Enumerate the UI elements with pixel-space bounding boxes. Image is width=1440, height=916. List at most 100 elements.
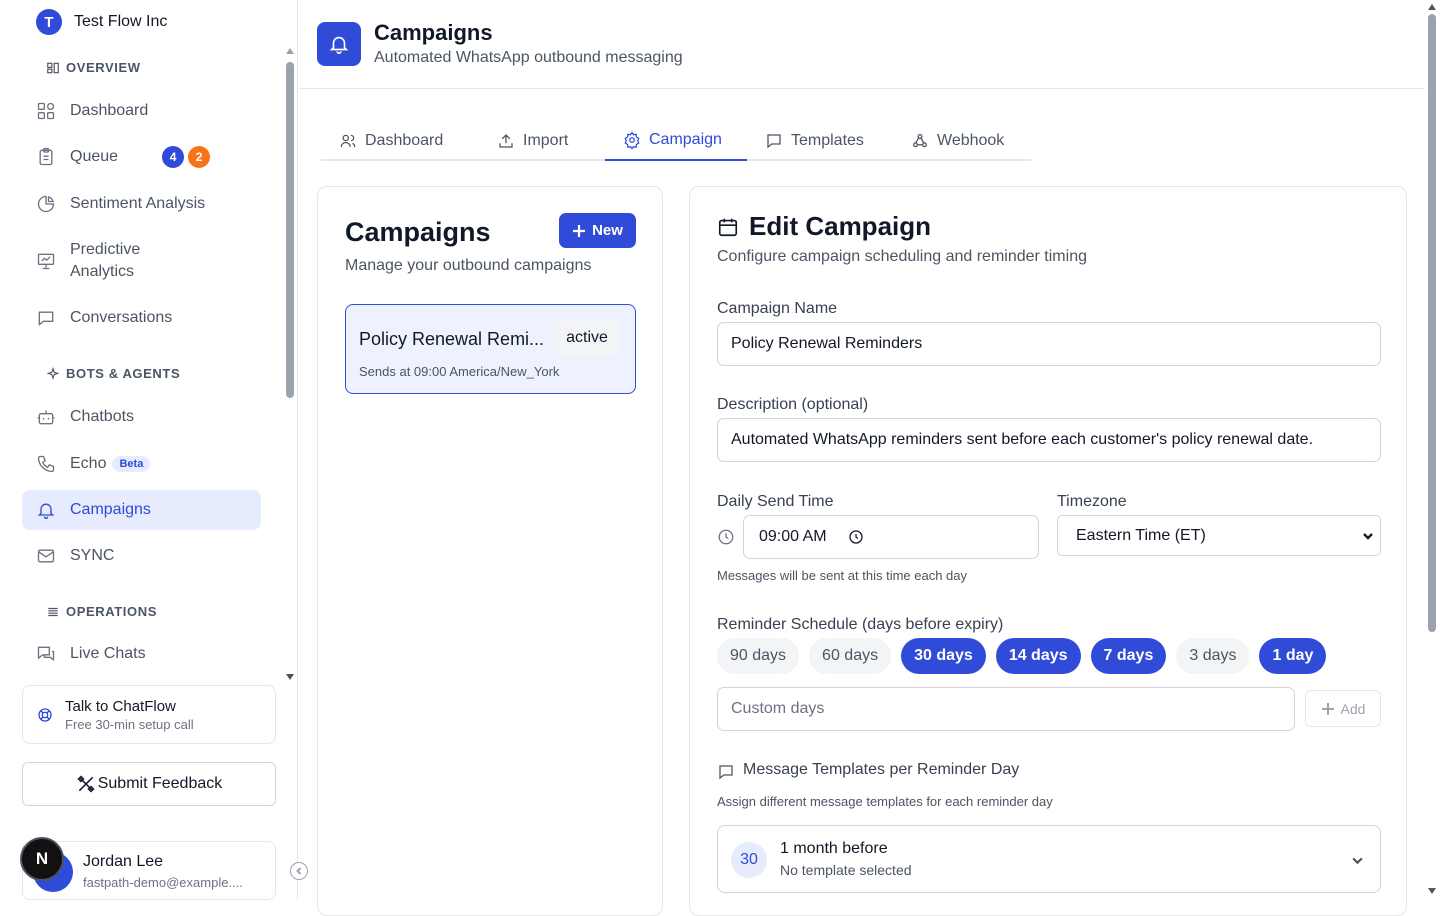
campaign-name-label: Campaign Name <box>717 300 838 317</box>
tab-bar: Dashboard Import Campaign Templates Webh… <box>321 120 1031 161</box>
user-name: Jordan Lee <box>83 853 164 870</box>
tools-icon <box>77 775 95 793</box>
sparkles-icon <box>46 366 60 380</box>
bell-icon <box>329 36 349 54</box>
org-switcher[interactable]: T Test Flow Inc <box>36 9 167 35</box>
message-icon <box>767 133 781 148</box>
sidebar-item-label: Campaigns <box>70 501 151 518</box>
chevron-down-icon <box>1352 857 1363 865</box>
sidebar-item-label: Conversations <box>70 309 173 326</box>
org-avatar: T <box>36 9 62 35</box>
description-field[interactable]: Automated WhatsApp reminders sent before… <box>717 418 1381 462</box>
list-icon <box>48 607 58 616</box>
chip-14-days[interactable]: 14 days <box>995 638 1081 674</box>
reminder-day-badge: 30 <box>731 842 767 878</box>
page-header: Campaigns Automated WhatsApp outbound me… <box>299 0 1425 89</box>
sidebar-item-label: Sentiment Analysis <box>70 195 206 212</box>
reminder-subtitle: No template selected <box>780 862 912 878</box>
add-label: Add <box>1340 700 1366 717</box>
tab-webhook[interactable]: Webhook <box>893 120 1031 161</box>
reminder-template-row[interactable]: 30 1 month before No template selected <box>717 825 1381 893</box>
clipboard-icon <box>39 148 53 166</box>
time-picker-icon[interactable] <box>847 528 865 546</box>
campaigns-panel: Campaigns Manage your outbound campaigns… <box>317 186 663 916</box>
user-email: fastpath-demo@example.... <box>83 875 243 890</box>
section-operations: OPERATIONS <box>46 604 157 619</box>
sidebar-scrollbar[interactable] <box>286 62 294 398</box>
chip-7-days[interactable]: 7 days <box>1090 638 1167 674</box>
tab-label: Campaign <box>649 130 722 148</box>
daily-send-time-field[interactable]: 09:00 AM <box>743 515 1039 559</box>
tab-campaign[interactable]: Campaign <box>605 120 747 161</box>
submit-feedback-button[interactable]: Submit Feedback <box>22 762 276 806</box>
queue-badges: 4 2 <box>162 146 211 168</box>
presentation-chart-icon <box>37 253 55 270</box>
reminder-title: 1 month before <box>780 840 888 857</box>
timezone-value: Eastern Time (ET) <box>1076 526 1206 544</box>
sidebar-scroll-up[interactable] <box>286 48 294 54</box>
beta-badge: Beta <box>112 456 151 472</box>
campaigns-panel-title: Campaigns <box>345 217 491 247</box>
reminder-schedule-label: Reminder Schedule (days before expiry) <box>717 616 1004 633</box>
collapse-sidebar-button[interactable] <box>290 862 308 880</box>
daily-send-time-label: Daily Send Time <box>717 493 834 510</box>
queue-badge-orange: 2 <box>188 146 211 168</box>
page-scrollbar[interactable] <box>1428 14 1436 632</box>
sidebar-item-predictive-analytics[interactable]: Predictive Analytics <box>22 236 261 286</box>
sidebar-item-label: Live Chats <box>70 645 146 662</box>
page-scroll-up[interactable] <box>1428 4 1436 10</box>
tab-templates[interactable]: Templates <box>747 120 893 161</box>
campaign-schedule: Sends at 09:00 America/New_York <box>359 364 560 379</box>
tab-label: Import <box>523 131 569 149</box>
gear-icon <box>624 130 640 149</box>
campaign-name-field[interactable]: Policy Renewal Reminders <box>717 322 1381 366</box>
sidebar-item-live-chats[interactable]: Live Chats <box>22 634 261 674</box>
timezone-label: Timezone <box>1057 493 1127 510</box>
sidebar-item-chatbots[interactable]: Chatbots <box>22 397 261 437</box>
plus-icon <box>1321 702 1334 715</box>
tab-label: Webhook <box>937 131 1005 149</box>
campaign-card[interactable]: Policy Renewal Remi... active Sends at 0… <box>345 304 636 394</box>
sidebar-item-sentiment-analysis[interactable]: Sentiment Analysis <box>22 184 261 224</box>
sidebar-item-label: SYNC <box>70 547 115 564</box>
sidebar-item-queue[interactable]: Queue 4 2 <box>22 137 261 177</box>
sidebar-item-dashboard[interactable]: Dashboard <box>22 91 261 131</box>
sidebar-item-label: Predictive Analytics <box>70 241 141 280</box>
chip-3-days[interactable]: 3 days <box>1176 638 1250 674</box>
new-button-label: New <box>592 222 623 239</box>
tab-import[interactable]: Import <box>481 120 605 161</box>
tab-label: Templates <box>791 131 864 149</box>
sidebar-item-echo[interactable]: Echo Beta <box>22 444 261 484</box>
chip-1-day[interactable]: 1 day <box>1259 638 1327 674</box>
custom-days-input[interactable]: Custom days <box>717 687 1295 731</box>
sidebar-scroll-down[interactable] <box>286 674 294 680</box>
chip-30-days[interactable]: 30 days <box>901 638 986 674</box>
new-campaign-button[interactable]: New <box>559 213 636 248</box>
edit-campaign-title: Edit Campaign <box>717 211 931 242</box>
sidebar-item-campaigns[interactable]: Campaigns <box>22 490 261 530</box>
header-icon <box>317 22 361 66</box>
chip-60-days[interactable]: 60 days <box>809 638 892 674</box>
timezone-select[interactable]: Eastern Time (ET) <box>1057 515 1381 556</box>
chevron-left-icon <box>296 867 302 875</box>
status-badge: active <box>553 320 621 356</box>
sidebar-item-sync[interactable]: SYNC <box>22 536 261 576</box>
phone-icon <box>37 455 55 473</box>
campaign-name: Policy Renewal Remi... <box>359 329 545 349</box>
layout-icon <box>47 62 59 73</box>
sidebar-item-conversations[interactable]: Conversations <box>22 298 261 338</box>
queue-badge-blue: 4 <box>162 146 185 168</box>
sidebar-item-label: Dashboard <box>70 102 149 119</box>
nextjs-dev-badge[interactable]: N <box>20 837 64 881</box>
chat-icon <box>38 311 54 327</box>
talk-subtitle: Free 30-min setup call <box>65 716 194 732</box>
tab-dashboard[interactable]: Dashboard <box>321 120 481 161</box>
edit-campaign-subtitle: Configure campaign scheduling and remind… <box>717 248 1087 265</box>
edit-campaign-panel: Edit Campaign Configure campaign schedul… <box>689 186 1407 916</box>
reminder-chips: 90 days 60 days 30 days 14 days 7 days 3… <box>717 638 1327 674</box>
add-custom-day-button[interactable]: Add <box>1305 690 1381 727</box>
talk-to-chatflow[interactable]: Talk to ChatFlow Free 30-min setup call <box>22 685 276 744</box>
page-scroll-down[interactable] <box>1428 888 1436 894</box>
feedback-label: Submit Feedback <box>97 775 223 792</box>
chip-90-days[interactable]: 90 days <box>717 638 800 674</box>
